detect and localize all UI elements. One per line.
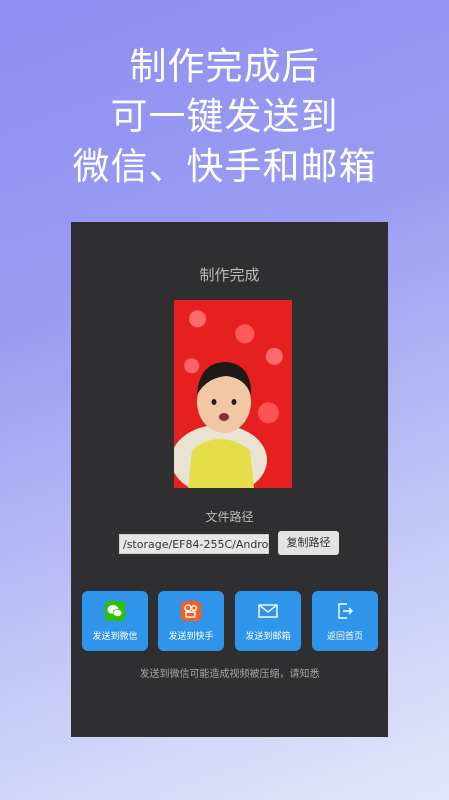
return-home-button[interactable]: 返回首页 (312, 591, 378, 651)
video-preview[interactable] (174, 300, 292, 488)
compression-notice: 发送到微信可能造成视频被压缩，请知悉 (139, 669, 320, 680)
kuaishou-icon (181, 601, 201, 621)
send-to-email-label: 发送到邮箱 (245, 632, 291, 642)
send-to-kuaishou-button[interactable]: 发送到快手 (158, 591, 224, 651)
send-to-email-button[interactable]: 发送到邮箱 (235, 591, 301, 651)
headline-line-2: 可一键发送到 (110, 95, 339, 138)
headline-line-3: 微信、快手和邮箱 (72, 145, 377, 188)
page-title: 制作完成 (199, 266, 260, 284)
return-home-label: 返回首页 (326, 632, 363, 642)
promo-headline: 制作完成后 可一键发送到 微信、快手和邮箱 (0, 42, 449, 192)
phone-screen: 制作完成 文件路径 /storage/EF84-255C/Android/dat… (71, 222, 388, 737)
exit-icon (335, 601, 355, 621)
mail-icon (258, 601, 278, 621)
send-to-wechat-label: 发送到微信 (92, 632, 138, 642)
send-to-kuaishou-label: 发送到快手 (168, 632, 214, 642)
file-path-label: 文件路径 (205, 510, 254, 524)
wechat-icon (105, 601, 125, 621)
headline-line-1: 制作完成后 (129, 45, 320, 88)
file-path-field[interactable]: /storage/EF84-255C/Android/data (119, 534, 269, 554)
copy-path-button[interactable]: 复制路径 (278, 531, 339, 555)
child-photo-illustration (174, 362, 267, 488)
send-to-wechat-button[interactable]: 发送到微信 (82, 591, 148, 651)
